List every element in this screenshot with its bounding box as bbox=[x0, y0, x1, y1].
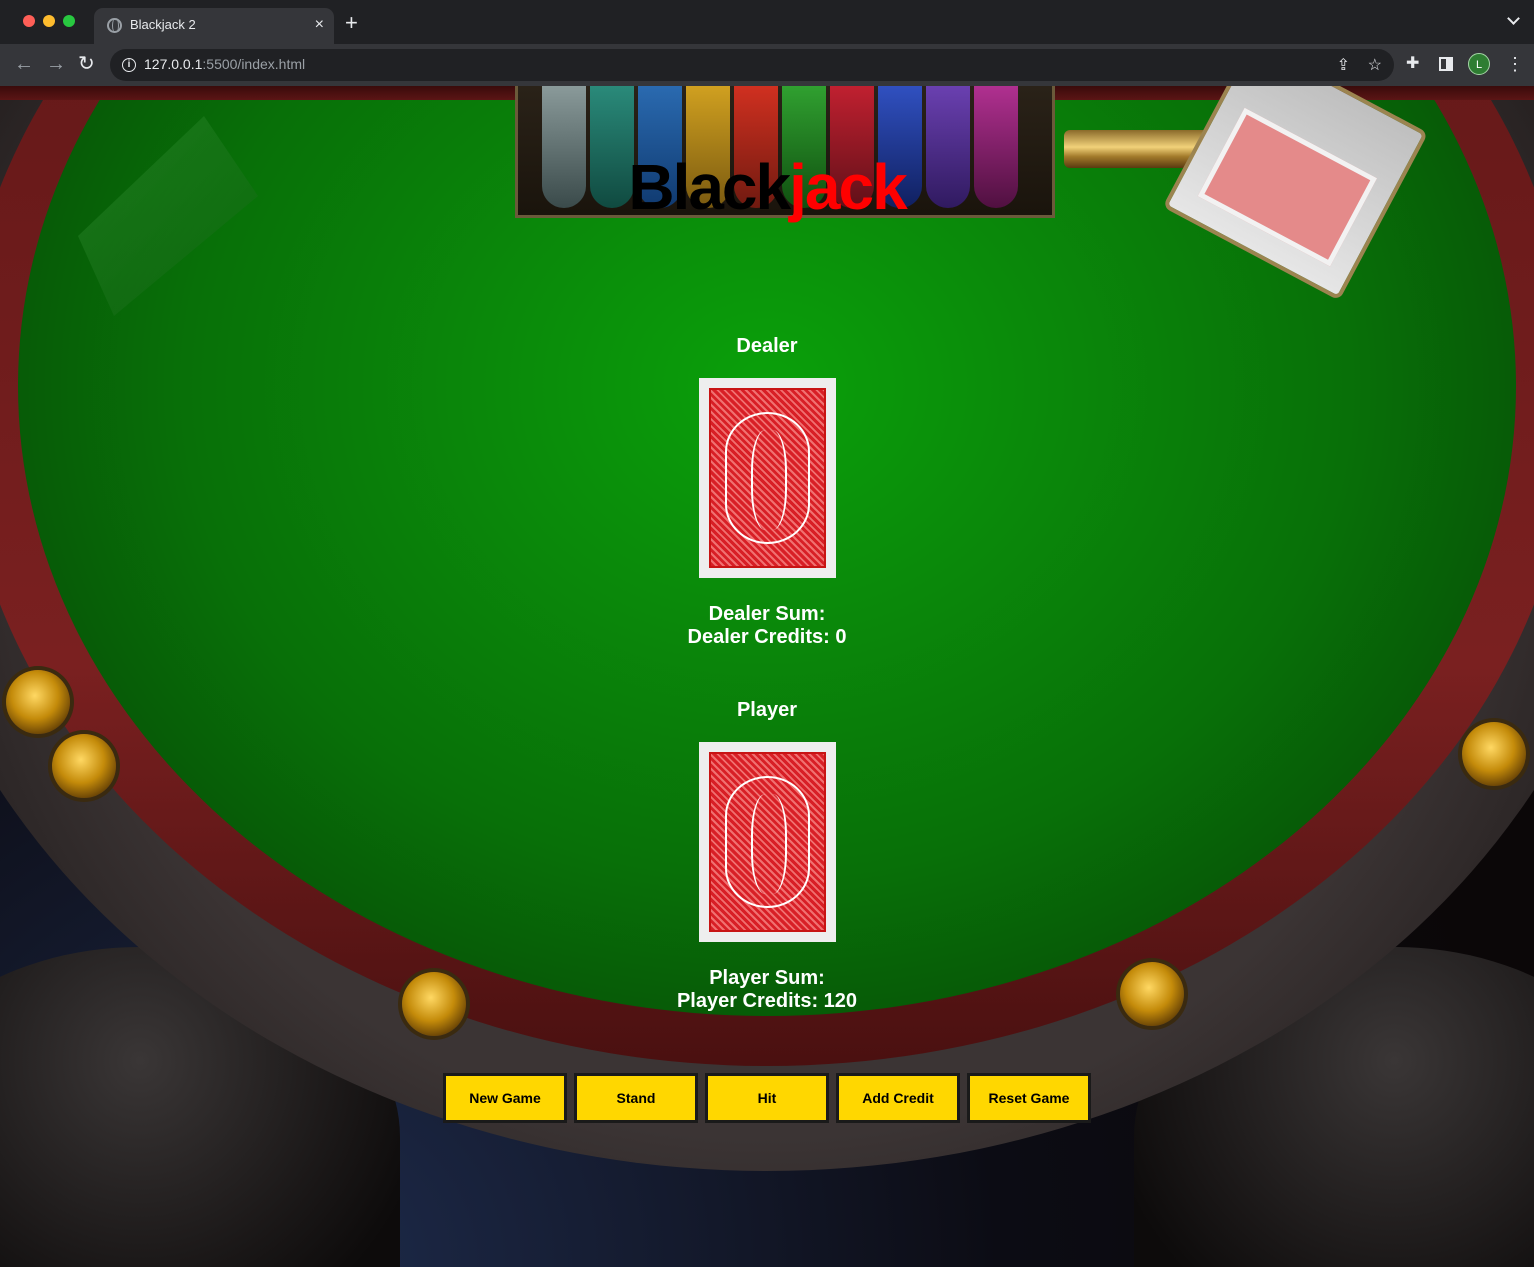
url-text[interactable]: 127.0.0.1:5500/index.html bbox=[144, 56, 305, 72]
extensions-puzzle-icon[interactable]: ✚ bbox=[1406, 54, 1419, 74]
new-game-button[interactable]: New Game bbox=[443, 1073, 567, 1123]
profile-avatar[interactable]: L bbox=[1468, 53, 1490, 75]
minimize-window-icon[interactable] bbox=[43, 15, 55, 27]
tab-search-chevron-icon[interactable] bbox=[1507, 12, 1520, 25]
dealer-credits: Dealer Credits: 0 bbox=[687, 626, 847, 648]
game-title: Blackjack bbox=[0, 150, 1534, 224]
tab-title: Blackjack 2 bbox=[130, 17, 196, 32]
player-sum: Player Sum: bbox=[709, 967, 825, 989]
hit-button[interactable]: Hit bbox=[705, 1073, 829, 1123]
site-info-icon[interactable]: i bbox=[122, 58, 136, 72]
maximize-window-icon[interactable] bbox=[63, 15, 75, 27]
tab-strip: Blackjack 2 × + bbox=[0, 0, 1534, 44]
blackjack-page: Blackjack Dealer Dealer Sum: Dealer Cred… bbox=[0, 86, 1534, 1267]
player-card-back bbox=[699, 742, 836, 942]
side-panel-icon[interactable] bbox=[1439, 57, 1453, 71]
reload-icon[interactable]: ↻ bbox=[78, 53, 95, 75]
tab-close-icon[interactable]: × bbox=[315, 15, 324, 35]
title-black-part: Black bbox=[628, 151, 791, 223]
globe-icon bbox=[107, 18, 122, 33]
url-host: 127.0.0.1 bbox=[144, 56, 203, 72]
browser-toolbar: ← → ↻ i 127.0.0.1:5500/index.html ⇪ ☆ ✚ … bbox=[0, 44, 1534, 86]
title-red-part: jack bbox=[789, 151, 908, 223]
address-bar[interactable]: i 127.0.0.1:5500/index.html ⇪ ☆ bbox=[110, 49, 1394, 81]
player-heading: Player bbox=[736, 699, 798, 721]
card-back-pattern bbox=[709, 752, 826, 932]
card-back-pattern bbox=[709, 388, 826, 568]
dealer-heading: Dealer bbox=[736, 335, 798, 357]
reset-game-button[interactable]: Reset Game bbox=[967, 1073, 1091, 1123]
forward-arrow-icon[interactable]: → bbox=[46, 53, 66, 75]
back-arrow-icon[interactable]: ← bbox=[14, 53, 34, 75]
cup-holder-icon bbox=[1462, 722, 1526, 786]
new-tab-button[interactable]: + bbox=[345, 12, 358, 34]
close-window-icon[interactable] bbox=[23, 15, 35, 27]
share-icon[interactable]: ⇪ bbox=[1337, 55, 1350, 75]
more-menu-icon[interactable]: ⋮ bbox=[1506, 54, 1524, 74]
player-credits: Player Credits: 120 bbox=[676, 990, 858, 1012]
dealer-sum: Dealer Sum: bbox=[708, 603, 826, 625]
dealer-card-back bbox=[699, 378, 836, 578]
browser-window-chrome: Blackjack 2 × + ← → ↻ i 127.0.0.1:5500/i… bbox=[0, 0, 1534, 86]
stand-button[interactable]: Stand bbox=[574, 1073, 698, 1123]
cup-holder-icon bbox=[52, 734, 116, 798]
url-path: :5500/index.html bbox=[202, 56, 306, 72]
action-button-row: New Game Stand Hit Add Credit Reset Game bbox=[443, 1073, 1093, 1123]
browser-tab[interactable]: Blackjack 2 × bbox=[94, 8, 334, 44]
add-credit-button[interactable]: Add Credit bbox=[836, 1073, 960, 1123]
bookmark-star-icon[interactable]: ☆ bbox=[1368, 55, 1382, 75]
